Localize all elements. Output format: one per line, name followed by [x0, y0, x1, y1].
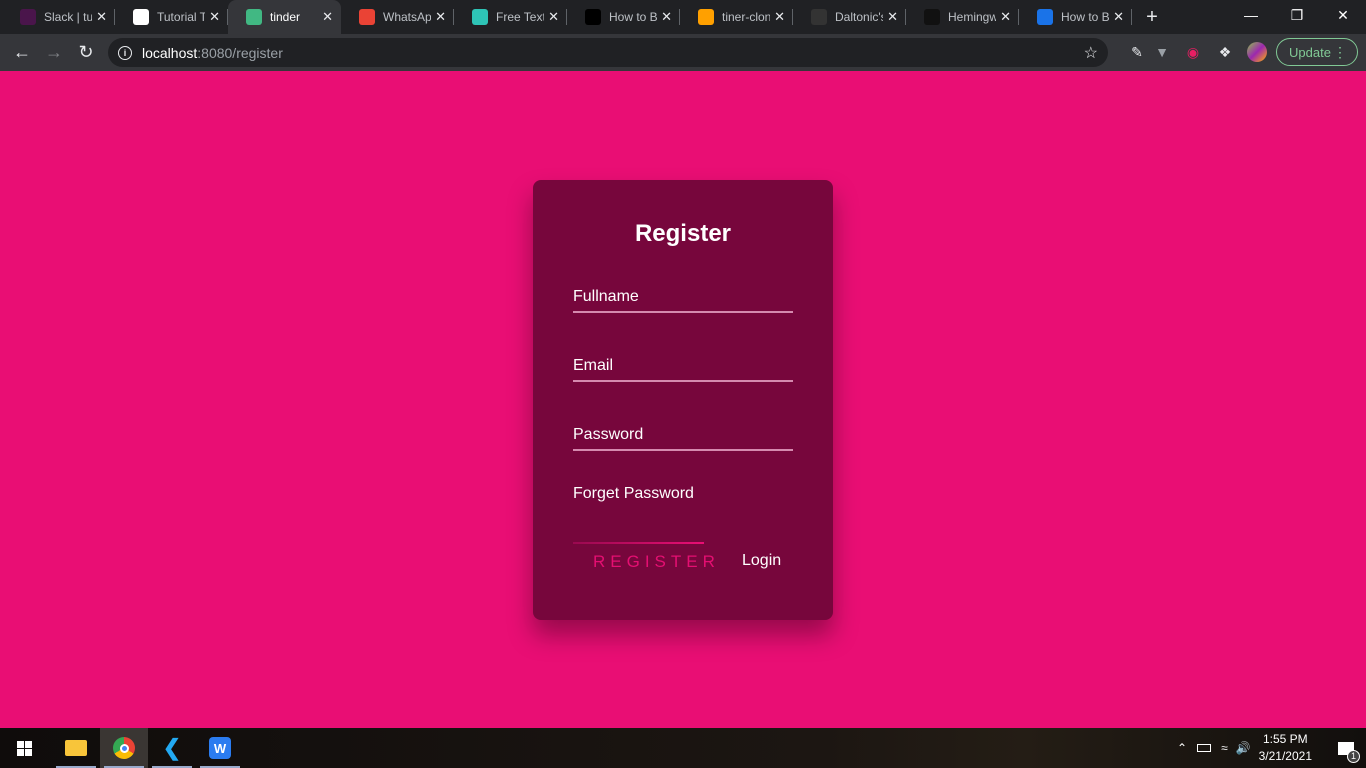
window-controls: — ❐ ✕	[1228, 0, 1366, 30]
close-tab-icon[interactable]: ✕	[322, 9, 333, 25]
back-button[interactable]: ←	[6, 42, 38, 63]
tab-title: Hemingw	[948, 10, 997, 24]
battery-icon[interactable]	[1197, 744, 1212, 752]
update-button[interactable]: Update ⋮	[1276, 38, 1358, 66]
site-info-icon[interactable]: i	[118, 45, 132, 60]
show-hidden-icons-chevron-icon[interactable]: ⌃	[1177, 741, 1187, 755]
reload-button[interactable]: ↻	[70, 42, 102, 63]
update-label: Update	[1289, 44, 1331, 60]
tab-2[interactable]: tinder ✕	[228, 0, 341, 34]
tab-strip: Slack | tut✕Tutorial T✕tinder✕WhatsApp✕F…	[0, 0, 1366, 34]
volume-icon[interactable]: 🔊	[1236, 741, 1251, 755]
bookmark-star-icon[interactable]: ☆	[1084, 43, 1098, 63]
tab-title: tinder	[270, 10, 301, 24]
browser-toolbar: ← → ↻ i localhost:8080/register ☆ ✎ ▼ ◉ …	[0, 34, 1366, 71]
tab-title: tiner-clon	[722, 10, 771, 24]
tab-title: Free Text	[496, 10, 545, 24]
register-button[interactable]: REGISTER	[593, 552, 720, 572]
tab-title: Tutorial T	[157, 10, 206, 24]
windows-taskbar: ❮ W ⌃ ≈ 🔊 1:55 PM 3/21/2021 1	[0, 728, 1366, 768]
url-path: :8080/register	[197, 44, 283, 61]
wifi-icon[interactable]: ≈	[1221, 741, 1228, 755]
address-bar[interactable]: i localhost:8080/register ☆	[108, 38, 1108, 67]
email-input[interactable]: Email	[573, 352, 793, 382]
github-icon	[811, 9, 827, 25]
login-link[interactable]: Login	[742, 552, 781, 570]
vscode-icon: ❮	[162, 735, 182, 760]
tab-7[interactable]: Daltonic's ✕	[793, 0, 906, 34]
notification-count-badge: 1	[1347, 750, 1360, 763]
profile-avatar[interactable]	[1247, 42, 1267, 62]
dev-icon	[585, 9, 601, 25]
tab-title: WhatsApp	[383, 10, 432, 24]
n-logo-icon	[472, 9, 488, 25]
close-tab-icon[interactable]: ✕	[1000, 9, 1011, 25]
register-button-underline	[573, 542, 704, 544]
file-explorer-taskbar-button[interactable]	[52, 728, 100, 768]
close-window-button[interactable]: ✕	[1320, 0, 1366, 30]
vue-devtools-extension-icon[interactable]: ▼	[1151, 40, 1173, 64]
password-input[interactable]: Password	[573, 421, 793, 451]
tab-4[interactable]: Free Text ✕	[454, 0, 567, 34]
eyedropper-extension-icon[interactable]: ✎	[1126, 40, 1148, 64]
alert-icon	[359, 9, 375, 25]
register-title: Register	[634, 220, 732, 247]
close-tab-icon[interactable]: ✕	[209, 9, 220, 25]
tab-title: Slack | tut	[44, 10, 93, 24]
forget-password-link[interactable]: Forget Password	[573, 485, 694, 503]
register-card: Register Fullname Email Password Forget …	[533, 180, 833, 620]
clock-time: 1:55 PM	[1262, 732, 1308, 746]
tab-6[interactable]: tiner-clon ✕	[680, 0, 793, 34]
close-tab-icon[interactable]: ✕	[548, 9, 559, 25]
vue-icon	[246, 9, 262, 25]
extensions-puzzle-icon[interactable]: ❖	[1214, 40, 1236, 64]
tab-8[interactable]: Hemingw ✕	[906, 0, 1019, 34]
chrome-taskbar-button[interactable]	[100, 728, 148, 768]
slack-icon	[20, 9, 36, 25]
tab-1[interactable]: Tutorial T ✕	[115, 0, 228, 34]
close-tab-icon[interactable]: ✕	[887, 9, 898, 25]
wps-taskbar-button[interactable]: W	[196, 728, 244, 768]
firebase-icon	[698, 9, 714, 25]
hemingway-icon	[924, 9, 940, 25]
tab-5[interactable]: How to B ✕	[567, 0, 680, 34]
restore-button[interactable]: ❐	[1274, 0, 1320, 30]
close-tab-icon[interactable]: ✕	[96, 9, 107, 25]
pink-extension-icon[interactable]: ◉	[1182, 40, 1204, 64]
windows-icon	[16, 740, 32, 756]
close-tab-icon[interactable]: ✕	[774, 9, 785, 25]
action-center-button[interactable]: 1	[1326, 728, 1366, 768]
tab-3[interactable]: WhatsApp✕	[341, 0, 454, 34]
wps-writer-icon: W	[209, 737, 231, 759]
start-button[interactable]	[0, 728, 48, 768]
url-host: localhost	[142, 44, 198, 61]
close-tab-icon[interactable]: ✕	[661, 9, 672, 25]
menu-dots-icon[interactable]: ⋮	[1333, 44, 1347, 61]
vscode-taskbar-button[interactable]: ❮	[148, 728, 196, 768]
clock-date: 3/21/2021	[1258, 749, 1312, 763]
tab-title: How to B	[1061, 10, 1110, 24]
new-tab-button[interactable]: +	[1132, 0, 1172, 34]
system-tray: ⌃ ≈ 🔊 1:55 PM 3/21/2021 1	[1177, 728, 1366, 768]
fullname-input[interactable]: Fullname	[573, 283, 793, 313]
globe-icon	[133, 9, 149, 25]
tab-title: How to B	[609, 10, 658, 24]
forward-button[interactable]: →	[38, 42, 70, 63]
tab-9[interactable]: How to B ✕	[1019, 0, 1132, 34]
chrome-icon	[113, 737, 135, 759]
folder-icon	[65, 740, 87, 756]
close-tab-icon[interactable]: ✕	[435, 9, 446, 25]
clock[interactable]: 1:55 PM 3/21/2021	[1259, 731, 1312, 765]
layers-icon	[1037, 9, 1053, 25]
tab-0[interactable]: Slack | tut ✕	[2, 0, 115, 34]
minimize-button[interactable]: —	[1228, 0, 1274, 30]
close-tab-icon[interactable]: ✕	[1113, 9, 1124, 25]
tab-title: Daltonic's	[835, 10, 884, 24]
